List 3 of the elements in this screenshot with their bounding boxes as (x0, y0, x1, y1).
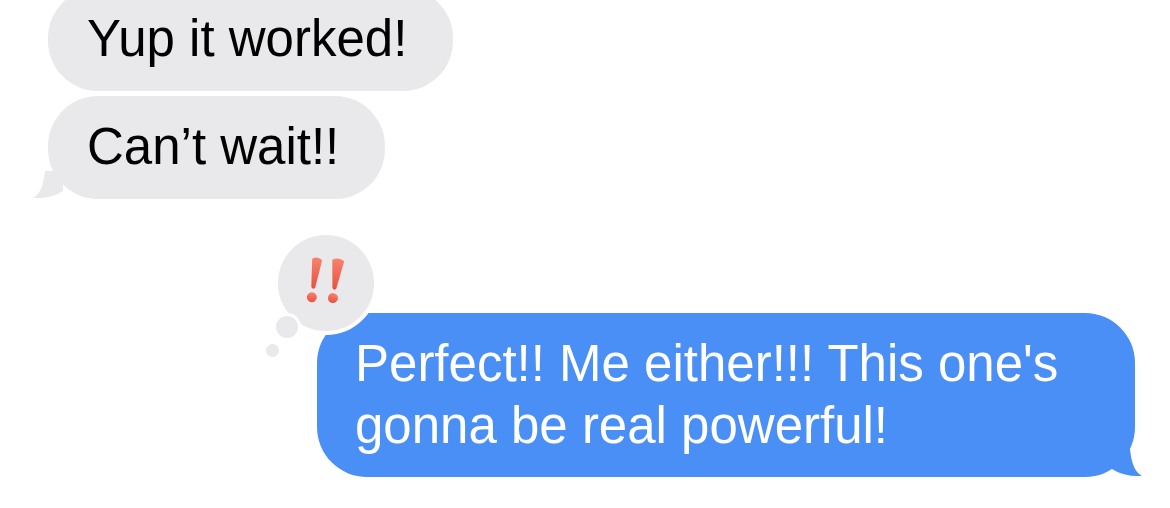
message-bubble: Perfect!! Me either!!! This one's gonna be real powerful! (317, 313, 1135, 477)
message-bubble: Yup it worked! (48, 0, 454, 91)
message-bubble: Can’t wait!! (48, 96, 386, 199)
